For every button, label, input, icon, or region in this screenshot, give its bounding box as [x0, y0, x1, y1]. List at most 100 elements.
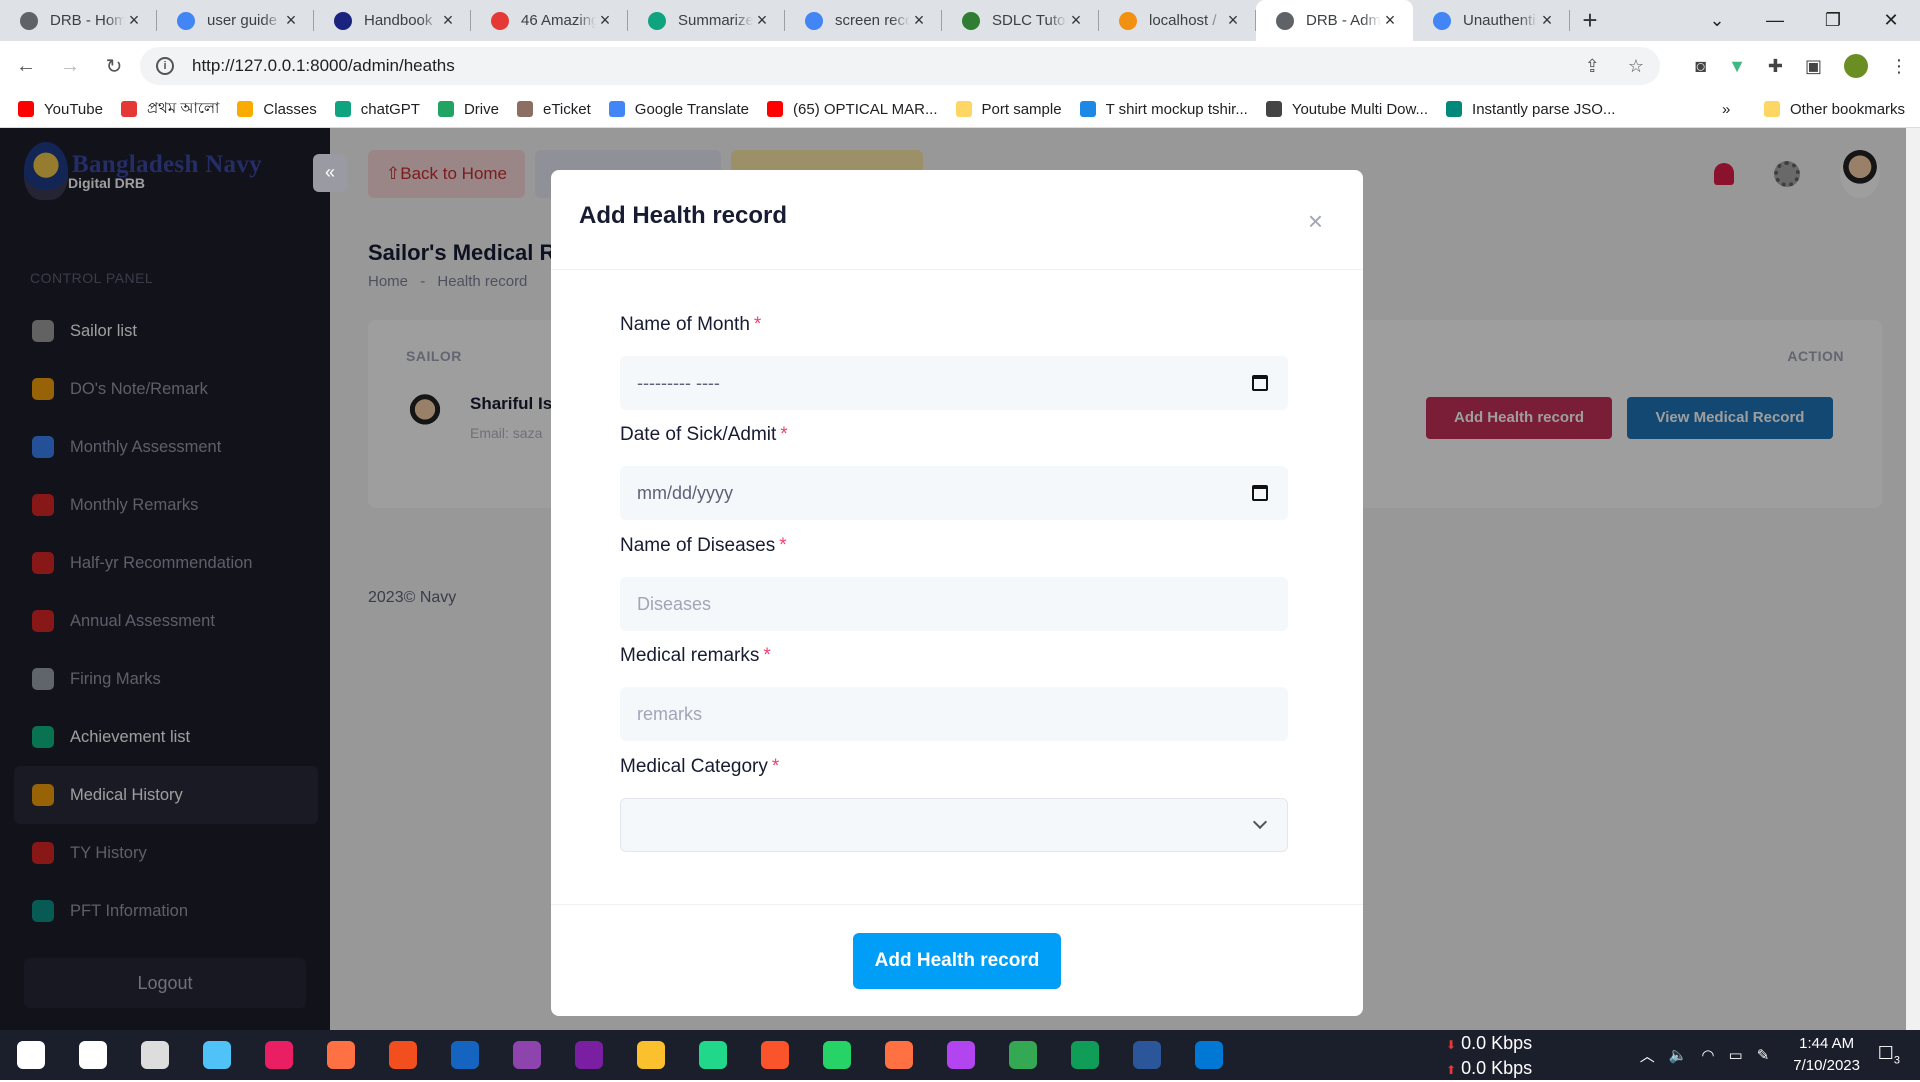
app-icon[interactable] — [434, 1030, 496, 1080]
tab-8[interactable]: DRB - Adm × — [1256, 0, 1413, 41]
bookmark-star-icon[interactable]: ☆ — [1628, 56, 1644, 77]
menu-icon[interactable]: ⋮ — [1890, 56, 1908, 77]
app-icon[interactable] — [310, 1030, 372, 1080]
photos-icon[interactable] — [1178, 1030, 1240, 1080]
disease-field-group: Name of Diseases * Diseases — [620, 535, 1288, 631]
bookmark-2[interactable]: Classes — [237, 97, 317, 122]
bookmark-6[interactable]: Google Translate — [608, 97, 750, 122]
month-input[interactable]: --------- ---- — [620, 356, 1288, 410]
close-tab-icon[interactable]: × — [125, 10, 143, 31]
close-tab-icon[interactable]: × — [439, 10, 457, 31]
collapse-sidebar-icon[interactable]: « — [313, 154, 347, 192]
profile-avatar[interactable] — [1844, 54, 1868, 78]
remarks-input[interactable]: remarks — [620, 687, 1288, 741]
close-tab-icon[interactable]: × — [910, 10, 928, 31]
extensions-icon[interactable]: ✚ — [1768, 56, 1783, 77]
bookmark-5[interactable]: eTicket — [516, 97, 591, 122]
edge-icon[interactable] — [1054, 1030, 1116, 1080]
brave-icon[interactable] — [744, 1030, 806, 1080]
bookmark-10[interactable]: Youtube Multi Dow... — [1265, 97, 1428, 122]
clock[interactable]: 1:44 AM 7/10/2023 — [1793, 1033, 1860, 1077]
camera-icon[interactable]: ◙ — [1695, 56, 1706, 77]
bookmark-favicon-icon — [120, 101, 137, 117]
tab-4[interactable]: Summarize × — [628, 0, 785, 41]
tab-3[interactable]: 46 Amazing × — [471, 0, 628, 41]
task-view-icon[interactable] — [124, 1030, 186, 1080]
tab-search-icon[interactable]: ⌄ — [1688, 0, 1746, 41]
app-icon[interactable] — [186, 1030, 248, 1080]
windows-start-icon[interactable] — [0, 1030, 62, 1080]
bookmark-9[interactable]: T shirt mockup tshir... — [1079, 97, 1248, 122]
vue-devtools-icon[interactable]: ▼ — [1728, 56, 1746, 77]
new-tab-icon[interactable]: + — [1570, 0, 1610, 41]
whatsapp-icon[interactable] — [806, 1030, 868, 1080]
calendar-icon[interactable] — [1252, 485, 1268, 501]
tab-favicon-icon — [1119, 11, 1137, 30]
forward-icon[interactable]: → — [52, 55, 88, 78]
reload-icon[interactable]: ↻ — [96, 54, 132, 79]
bookmark-0[interactable]: YouTube — [18, 97, 103, 122]
back-icon[interactable]: ← — [8, 55, 44, 78]
site-info-icon[interactable]: i — [156, 57, 174, 75]
close-tab-icon[interactable]: × — [753, 10, 771, 31]
close-tab-icon[interactable]: × — [1067, 10, 1085, 31]
share-icon[interactable]: ⇪ — [1585, 56, 1600, 77]
battery-icon[interactable]: ▭ — [1729, 1046, 1743, 1064]
close-tab-icon[interactable]: × — [596, 10, 614, 31]
bookmark-favicon-icon — [1446, 101, 1463, 117]
restore-icon[interactable]: ❐ — [1804, 0, 1862, 41]
url-text[interactable]: http://127.0.0.1:8000/admin/heaths — [192, 56, 455, 76]
pycharm-icon[interactable] — [682, 1030, 744, 1080]
figma-icon[interactable] — [372, 1030, 434, 1080]
date-input[interactable]: mm/dd/yyyy — [620, 466, 1288, 520]
page-scrollbar[interactable] — [1906, 128, 1920, 1030]
category-select[interactable] — [620, 798, 1288, 852]
wifi-icon[interactable]: ◠ — [1701, 1046, 1714, 1064]
onenote-icon[interactable] — [558, 1030, 620, 1080]
required-mark: * — [780, 424, 788, 445]
omnibox[interactable]: i http://127.0.0.1:8000/admin/heaths ⇪ ☆ — [140, 47, 1660, 85]
disease-input[interactable]: Diseases — [620, 577, 1288, 631]
search-icon[interactable] — [62, 1030, 124, 1080]
close-tab-icon[interactable]: × — [1538, 10, 1556, 31]
app-icon[interactable] — [248, 1030, 310, 1080]
submit-health-record-button[interactable]: Add Health record — [853, 933, 1061, 989]
volume-icon[interactable]: 🔈 — [1669, 1046, 1688, 1064]
tab-5[interactable]: screen reco × — [785, 0, 942, 41]
bookmarks-overflow-icon[interactable]: » — [1722, 101, 1730, 118]
github-icon[interactable] — [496, 1030, 558, 1080]
tab-2[interactable]: Handbook × — [314, 0, 471, 41]
other-bookmarks[interactable]: Other bookmarks — [1764, 101, 1905, 118]
minimize-icon[interactable]: — — [1746, 0, 1804, 41]
bookmark-11[interactable]: Instantly parse JSO... — [1446, 97, 1615, 122]
tab-7[interactable]: localhost / × — [1099, 0, 1256, 41]
bookmark-1[interactable]: প্রথম আলো — [120, 97, 219, 122]
calendar-icon[interactable] — [1252, 375, 1268, 391]
app-icon[interactable] — [868, 1030, 930, 1080]
tab-0[interactable]: DRB - Home× — [0, 0, 157, 41]
bookmark-7[interactable]: (65) OPTICAL MAR... — [767, 97, 938, 122]
bookmark-label: (65) OPTICAL MAR... — [793, 100, 938, 118]
close-tab-icon[interactable]: × — [1224, 10, 1242, 31]
side-panel-icon[interactable]: ▣ — [1805, 56, 1822, 77]
bookmark-3[interactable]: chatGPT — [334, 97, 420, 122]
tab-6[interactable]: SDLC Tutori × — [942, 0, 1099, 41]
close-icon[interactable]: × — [1308, 206, 1323, 237]
bookmark-8[interactable]: Port sample — [955, 97, 1062, 122]
tab-9[interactable]: Unauthenti × — [1413, 0, 1570, 41]
word-icon[interactable] — [1116, 1030, 1178, 1080]
pen-icon[interactable]: ✎ — [1757, 1046, 1770, 1064]
close-tab-icon[interactable]: × — [1381, 10, 1399, 31]
category-field-group: Medical Category * — [620, 756, 1288, 852]
file-explorer-icon[interactable] — [620, 1030, 682, 1080]
bookmark-label: Google Translate — [634, 100, 750, 118]
chrome-icon[interactable] — [992, 1030, 1054, 1080]
clock-time: 1:44 AM — [1799, 1035, 1855, 1052]
phpstorm-icon[interactable] — [930, 1030, 992, 1080]
close-window-icon[interactable]: ✕ — [1862, 0, 1920, 41]
bookmark-4[interactable]: Drive — [437, 97, 499, 122]
tray-chevron-icon[interactable]: ︿ — [1640, 1045, 1655, 1066]
close-tab-icon[interactable]: × — [282, 10, 300, 31]
tab-1[interactable]: user guide × — [157, 0, 314, 41]
notification-center-icon[interactable]: ☐3 — [1878, 1043, 1900, 1067]
